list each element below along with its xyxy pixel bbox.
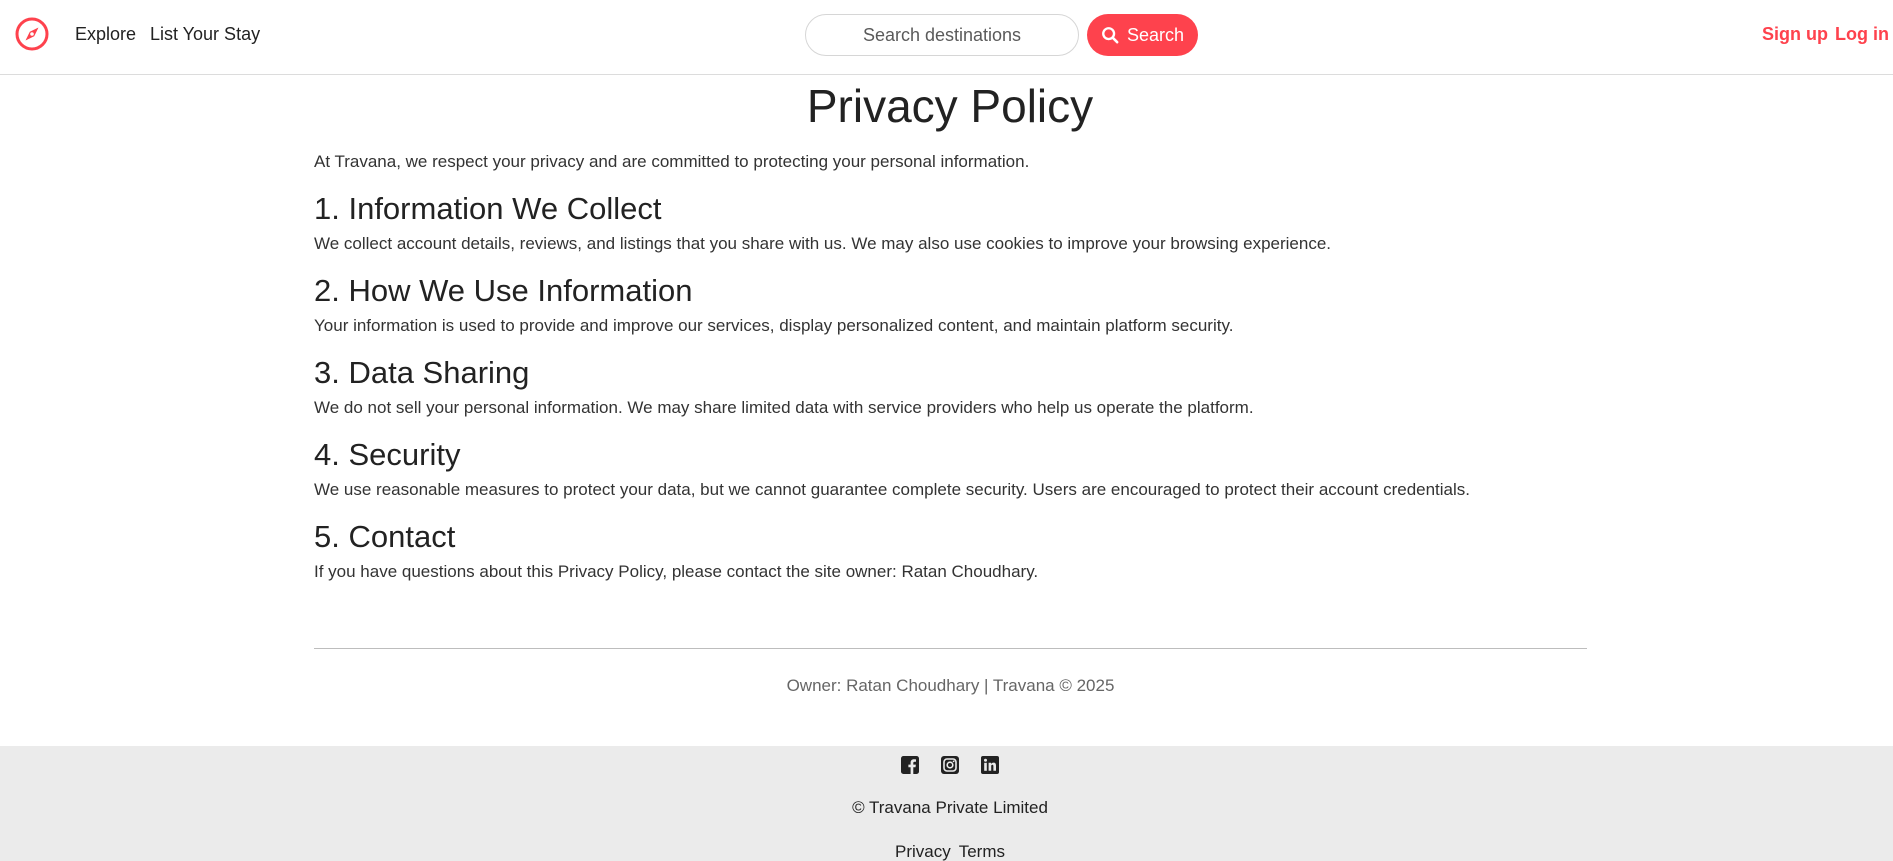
intro-text: At Travana, we respect your privacy and … bbox=[314, 152, 1030, 171]
section-heading: 1. Information We Collect bbox=[314, 191, 662, 226]
social-links bbox=[0, 756, 1893, 774]
section-text: We collect account details, reviews, and… bbox=[314, 234, 1332, 253]
login-link[interactable]: Log in bbox=[1835, 22, 1889, 46]
page-title: Privacy Policy bbox=[806, 80, 1094, 132]
section-heading: 5. Contact bbox=[314, 519, 456, 554]
facebook-icon[interactable] bbox=[901, 756, 919, 774]
owner-line: Owner: Ratan Choudhary | Travana © 2025 bbox=[786, 676, 1115, 695]
footer-links: Privacy Terms bbox=[0, 840, 1893, 861]
section-heading: 3. Data Sharing bbox=[314, 355, 530, 390]
section-heading: 4. Security bbox=[314, 437, 461, 472]
footer-terms-link[interactable]: Terms bbox=[959, 840, 1005, 861]
section-text: We do not sell your personal information… bbox=[314, 398, 1254, 417]
footer-copyright: © Travana Private Limited bbox=[852, 798, 1048, 817]
search-button-label: Search bbox=[1126, 24, 1185, 45]
instagram-icon[interactable] bbox=[941, 756, 959, 774]
linkedin-icon[interactable] bbox=[981, 756, 999, 774]
search-button[interactable]: Search bbox=[1087, 14, 1198, 56]
section-text: Your information is used to provide and … bbox=[314, 316, 1234, 335]
section-heading: 2. How We Use Information bbox=[314, 273, 693, 308]
compass-icon[interactable] bbox=[14, 16, 50, 52]
section-text: We use reasonable measures to protect yo… bbox=[314, 480, 1471, 499]
divider bbox=[314, 648, 1587, 649]
policy-content: At Travana, we respect your privacy and … bbox=[314, 150, 1587, 584]
search-input[interactable] bbox=[805, 14, 1079, 56]
signup-link[interactable]: Sign up bbox=[1762, 22, 1828, 46]
navbar: Explore List Your Stay Search Sign up Lo… bbox=[0, 0, 1893, 75]
footer: © Travana Private Limited Privacy Terms bbox=[0, 746, 1893, 861]
search-icon bbox=[1102, 27, 1119, 44]
section-text: If you have questions about this Privacy… bbox=[314, 562, 1039, 581]
nav-list-your-stay-link[interactable]: List Your Stay bbox=[150, 22, 260, 46]
nav-explore-link[interactable]: Explore bbox=[75, 22, 136, 46]
footer-privacy-link[interactable]: Privacy bbox=[895, 840, 951, 861]
